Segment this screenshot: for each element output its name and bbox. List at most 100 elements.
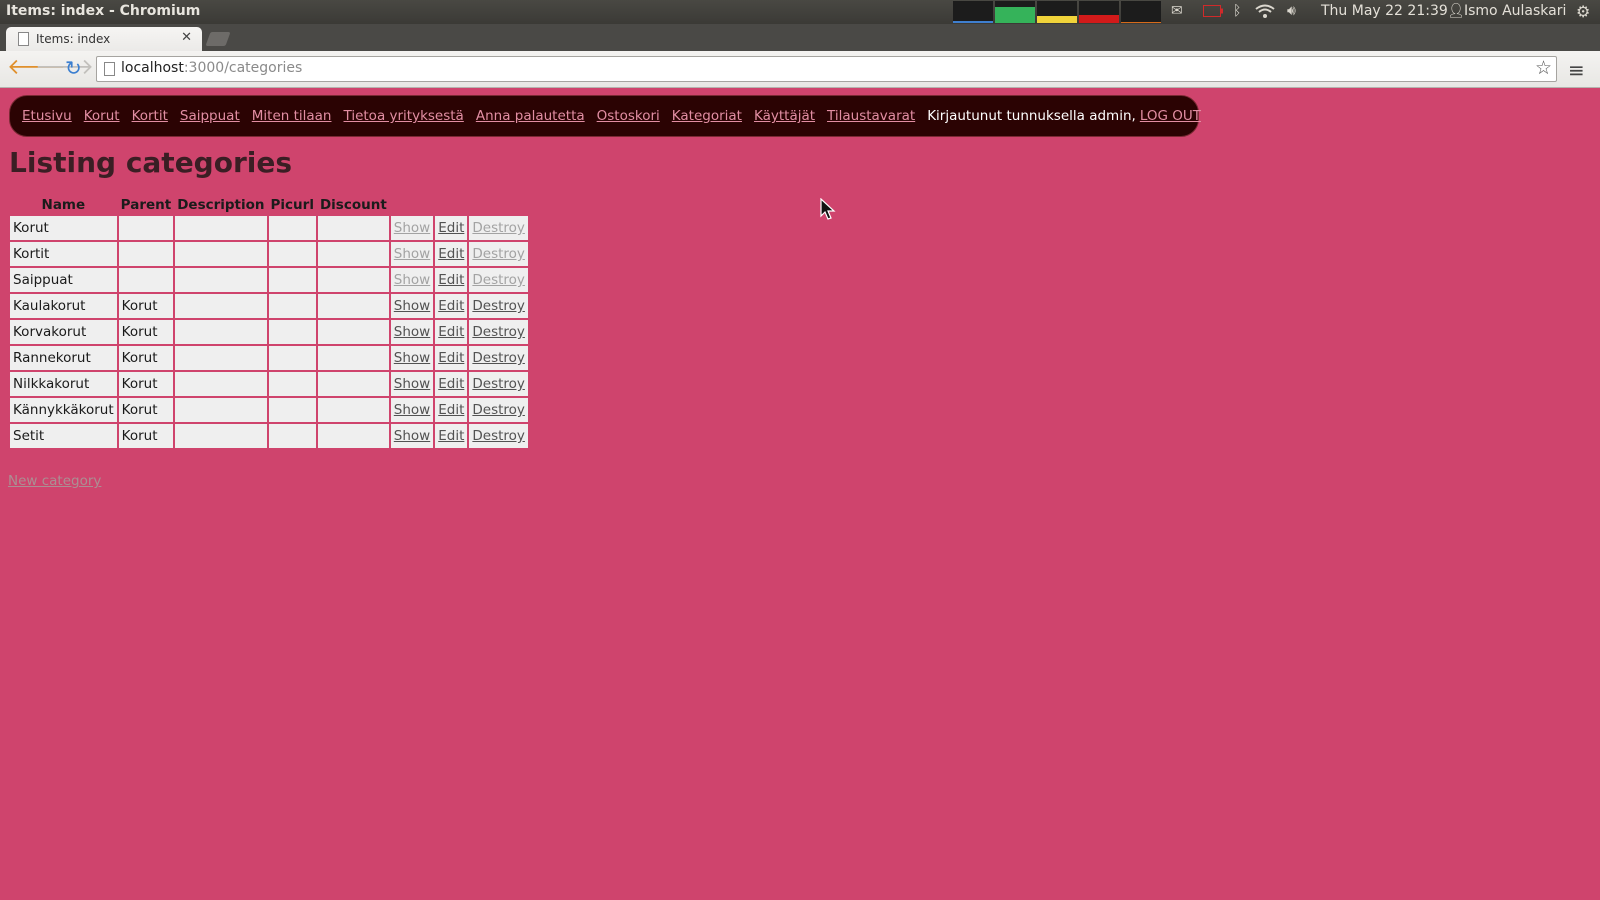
battery-icon[interactable] (1203, 5, 1223, 21)
edit-link[interactable]: Edit (438, 272, 464, 288)
edit-link[interactable]: Edit (438, 246, 464, 262)
edit-link[interactable]: Edit (438, 428, 464, 444)
user-name[interactable]: Ismo Aulaskari (1464, 3, 1566, 19)
nav-link-anna-palautetta[interactable]: Anna palautetta (476, 108, 585, 124)
cell-action: Show (390, 320, 434, 344)
edit-link[interactable]: Edit (438, 350, 464, 366)
show-link[interactable]: Show (394, 350, 430, 366)
cell-name: Nilkkakorut (10, 372, 117, 396)
cell-name: Kännykkäkorut (10, 398, 117, 422)
cell-action: Destroy (469, 320, 528, 344)
destroy-link[interactable]: Destroy (472, 324, 525, 340)
url-text[interactable]: localhost:3000/categories (121, 60, 302, 76)
cell-name: Kortit (10, 242, 117, 266)
cell-action: Edit (435, 398, 468, 422)
table-row: Setit Korut Show Edit Destroy (10, 424, 528, 448)
destroy-link[interactable]: Destroy (472, 298, 525, 314)
nav-link-miten-tilaan[interactable]: Miten tilaan (252, 108, 332, 124)
cell-discount (317, 216, 389, 240)
close-icon[interactable]: ✕ (181, 30, 192, 45)
cell-picurl (268, 242, 316, 266)
edit-link[interactable]: Edit (438, 298, 464, 314)
cell-discount (317, 242, 389, 266)
logout-link[interactable]: LOG OUT (1140, 108, 1201, 124)
cell-action: Edit (435, 294, 468, 318)
cell-parent: Korut (118, 398, 174, 422)
volume-icon[interactable]: 🔊︎ (1287, 3, 1296, 19)
os-top-panel: Items: index - Chromium ✉ ᛒ 🔊︎ Thu May 2… (0, 0, 1600, 24)
disk-load-indicator[interactable] (1121, 1, 1161, 23)
nav-link-ostoskori[interactable]: Ostoskori (597, 108, 660, 124)
login-status-text: Kirjautunut tunnuksella admin, (927, 108, 1136, 124)
show-link[interactable]: Show (394, 376, 430, 392)
cell-description (175, 346, 267, 370)
cell-description (175, 294, 267, 318)
cell-discount (317, 398, 389, 422)
cell-description (175, 424, 267, 448)
cell-action: Destroy (469, 242, 528, 266)
destroy-link[interactable]: Destroy (472, 272, 525, 288)
browser-tab[interactable]: Items: index ✕ (6, 27, 202, 51)
show-link[interactable]: Show (394, 272, 430, 288)
show-link[interactable]: Show (394, 402, 430, 418)
destroy-link[interactable]: Destroy (472, 220, 525, 236)
nav-link-tietoa-yrityksesta[interactable]: Tietoa yrityksestä (344, 108, 464, 124)
gear-icon[interactable]: ⚙ (1576, 2, 1590, 21)
edit-link[interactable]: Edit (438, 220, 464, 236)
menu-icon[interactable]: ≡ (1568, 58, 1585, 82)
show-link[interactable]: Show (394, 246, 430, 262)
show-link[interactable]: Show (394, 298, 430, 314)
cell-description (175, 320, 267, 344)
cell-parent: Korut (118, 372, 174, 396)
bookmark-star-icon[interactable]: ☆ (1535, 57, 1552, 79)
nav-link-tilaustavarat[interactable]: Tilaustavarat (827, 108, 915, 124)
show-link[interactable]: Show (394, 220, 430, 236)
cell-discount (317, 294, 389, 318)
new-category-link[interactable]: New category (8, 473, 101, 489)
mail-icon[interactable]: ✉ (1171, 3, 1183, 19)
cell-action: Show (390, 372, 434, 396)
swap-load-indicator[interactable] (1037, 1, 1077, 23)
cell-parent: Korut (118, 294, 174, 318)
nav-link-kortit[interactable]: Kortit (132, 108, 168, 124)
show-link[interactable]: Show (394, 324, 430, 340)
show-link[interactable]: Show (394, 428, 430, 444)
table-header-row: Name Parent Description Picurl Discount (10, 196, 528, 214)
nav-link-kategoriat[interactable]: Kategoriat (672, 108, 742, 124)
cell-description (175, 242, 267, 266)
cell-picurl (268, 372, 316, 396)
cell-action: Edit (435, 242, 468, 266)
destroy-link[interactable]: Destroy (472, 402, 525, 418)
destroy-link[interactable]: Destroy (472, 350, 525, 366)
reload-icon[interactable]: ↻ (65, 56, 82, 80)
cell-name: Setit (10, 424, 117, 448)
system-load-indicators[interactable] (953, 1, 1163, 23)
destroy-link[interactable]: Destroy (472, 376, 525, 392)
nav-link-kayttajat[interactable]: Käyttäjät (754, 108, 815, 124)
clock[interactable]: Thu May 22 21:39 (1321, 3, 1448, 19)
new-tab-button[interactable] (205, 32, 231, 46)
page-title: Listing categories (9, 146, 293, 179)
edit-link[interactable]: Edit (438, 324, 464, 340)
memory-load-indicator[interactable] (995, 1, 1035, 23)
destroy-link[interactable]: Destroy (472, 246, 525, 262)
cell-picurl (268, 424, 316, 448)
edit-link[interactable]: Edit (438, 376, 464, 392)
wifi-icon[interactable] (1255, 4, 1275, 22)
user-icon: 👤︎ (1447, 3, 1465, 19)
table-row: Saippuat Show Edit Destroy (10, 268, 528, 292)
nav-link-korut[interactable]: Korut (84, 108, 120, 124)
network-load-indicator[interactable] (1079, 1, 1119, 23)
column-header-discount: Discount (319, 197, 387, 213)
nav-link-saippuat[interactable]: Saippuat (180, 108, 240, 124)
cell-discount (317, 372, 389, 396)
destroy-link[interactable]: Destroy (472, 428, 525, 444)
bluetooth-icon[interactable]: ᛒ (1233, 3, 1241, 19)
cell-description (175, 398, 267, 422)
cpu-load-indicator[interactable] (953, 1, 993, 23)
cell-parent (118, 268, 174, 292)
cell-discount (317, 424, 389, 448)
nav-link-etusivu[interactable]: Etusivu (22, 108, 72, 124)
address-bar[interactable]: localhost:3000/categories ☆ (96, 56, 1557, 82)
edit-link[interactable]: Edit (438, 402, 464, 418)
